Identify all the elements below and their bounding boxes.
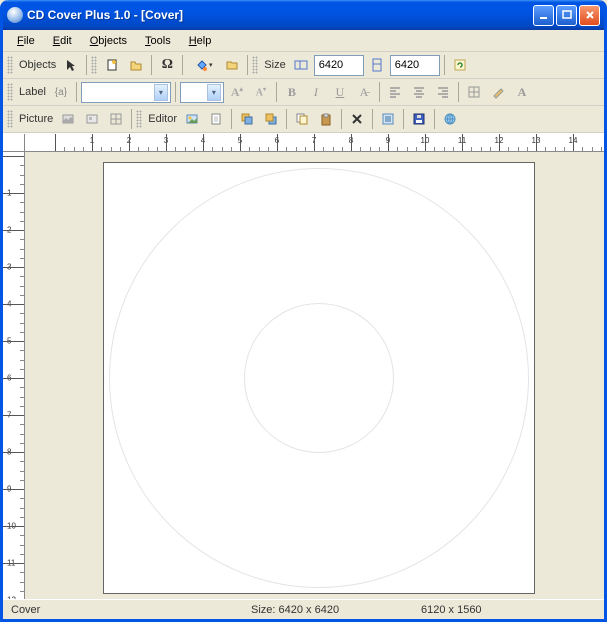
cover-page[interactable] bbox=[103, 162, 535, 594]
align-right-button[interactable] bbox=[432, 81, 454, 103]
height-input[interactable] bbox=[390, 55, 440, 76]
separator bbox=[76, 82, 77, 102]
separator bbox=[444, 55, 445, 75]
separator bbox=[231, 109, 232, 129]
grip-icon[interactable] bbox=[7, 56, 13, 74]
status-document: Cover bbox=[3, 600, 243, 619]
font-decrease-button[interactable]: A▾ bbox=[250, 81, 272, 103]
toolbar-label: Label {a} ▾ ▾ A▴ A▾ B I U A̵ A bbox=[3, 79, 604, 106]
align-center-button[interactable] bbox=[408, 81, 430, 103]
ruler-corner bbox=[3, 134, 25, 152]
separator bbox=[276, 82, 277, 102]
cd-inner-circle bbox=[244, 303, 394, 453]
picture-label: Picture bbox=[17, 113, 55, 125]
picture-button-3[interactable] bbox=[105, 108, 127, 130]
copy-button[interactable] bbox=[291, 108, 313, 130]
width-input[interactable] bbox=[314, 55, 364, 76]
grip-icon[interactable] bbox=[252, 56, 258, 74]
menu-file[interactable]: File bbox=[9, 33, 43, 49]
menu-help[interactable]: Help bbox=[181, 33, 220, 49]
workspace: 1234567891011121314 123456789101112 bbox=[3, 133, 604, 599]
picture-button-1[interactable] bbox=[57, 108, 79, 130]
align-left-button[interactable] bbox=[384, 81, 406, 103]
app-icon bbox=[7, 7, 23, 23]
separator bbox=[403, 109, 404, 129]
window-title: CD Cover Plus 1.0 - [Cover] bbox=[27, 8, 533, 22]
image-button[interactable] bbox=[181, 108, 203, 130]
picture-button-2[interactable] bbox=[81, 108, 103, 130]
canvas-area[interactable] bbox=[25, 152, 604, 599]
italic-button[interactable]: I bbox=[305, 81, 327, 103]
pointer-tool-button[interactable] bbox=[60, 54, 82, 76]
separator bbox=[434, 109, 435, 129]
font-color-button[interactable]: A bbox=[511, 81, 533, 103]
font-increase-button[interactable]: A▴ bbox=[226, 81, 248, 103]
toolbar-objects: Objects Ω ▾ Size bbox=[3, 52, 604, 79]
folder-button[interactable] bbox=[221, 54, 243, 76]
globe-button[interactable] bbox=[439, 108, 461, 130]
underline-button[interactable]: U bbox=[329, 81, 351, 103]
toolbar-picture: Picture Editor bbox=[3, 106, 604, 133]
titlebar[interactable]: CD Cover Plus 1.0 - [Cover] bbox=[3, 0, 604, 30]
refresh-button[interactable] bbox=[449, 54, 471, 76]
menu-tools[interactable]: Tools bbox=[137, 33, 179, 49]
label-label: Label bbox=[17, 86, 48, 98]
separator bbox=[341, 109, 342, 129]
strike-button[interactable]: A̵ bbox=[353, 81, 375, 103]
objects-label: Objects bbox=[17, 59, 58, 71]
new-page-button[interactable] bbox=[101, 54, 123, 76]
width-icon bbox=[290, 54, 312, 76]
separator bbox=[131, 109, 132, 129]
grip-icon[interactable] bbox=[136, 110, 142, 128]
delete-button[interactable] bbox=[346, 108, 368, 130]
ruler-horizontal[interactable]: 1234567891011121314 bbox=[25, 134, 604, 152]
separator bbox=[286, 109, 287, 129]
grip-icon[interactable] bbox=[7, 110, 13, 128]
close-button[interactable] bbox=[579, 5, 600, 26]
separator bbox=[182, 55, 183, 75]
properties-button[interactable] bbox=[377, 108, 399, 130]
fontsize-combo[interactable]: ▾ bbox=[180, 82, 224, 103]
separator bbox=[175, 82, 176, 102]
send-back-button[interactable] bbox=[236, 108, 258, 130]
font-combo[interactable]: ▾ bbox=[81, 82, 171, 103]
separator bbox=[379, 82, 380, 102]
grid-button[interactable] bbox=[463, 81, 485, 103]
save-button[interactable] bbox=[408, 108, 430, 130]
separator bbox=[247, 55, 248, 75]
size-label: Size bbox=[262, 59, 287, 71]
menu-objects[interactable]: Objects bbox=[82, 33, 135, 49]
variable-button[interactable]: {a} bbox=[50, 81, 72, 103]
open-folder-button[interactable] bbox=[125, 54, 147, 76]
paste-button[interactable] bbox=[315, 108, 337, 130]
statusbar: Cover Size: 6420 x 6420 6120 x 1560 bbox=[3, 599, 604, 619]
status-size: Size: 6420 x 6420 bbox=[243, 600, 413, 619]
ruler-vertical[interactable]: 123456789101112 bbox=[3, 152, 25, 599]
bold-button[interactable]: B bbox=[281, 81, 303, 103]
page-button[interactable] bbox=[205, 108, 227, 130]
separator bbox=[372, 109, 373, 129]
separator bbox=[151, 55, 152, 75]
editor-label: Editor bbox=[146, 113, 179, 125]
separator bbox=[458, 82, 459, 102]
menubar: File Edit Objects Tools Help bbox=[3, 30, 604, 52]
grip-icon[interactable] bbox=[7, 83, 13, 101]
pencil-button[interactable] bbox=[487, 81, 509, 103]
grip-icon[interactable] bbox=[91, 56, 97, 74]
maximize-button[interactable] bbox=[556, 5, 577, 26]
paint-bucket-button[interactable]: ▾ bbox=[187, 54, 219, 76]
symbol-button[interactable]: Ω bbox=[156, 54, 178, 76]
minimize-button[interactable] bbox=[533, 5, 554, 26]
status-position: 6120 x 1560 bbox=[413, 600, 490, 619]
separator bbox=[86, 55, 87, 75]
menu-edit[interactable]: Edit bbox=[45, 33, 80, 49]
height-icon bbox=[366, 54, 388, 76]
bring-front-button[interactable] bbox=[260, 108, 282, 130]
